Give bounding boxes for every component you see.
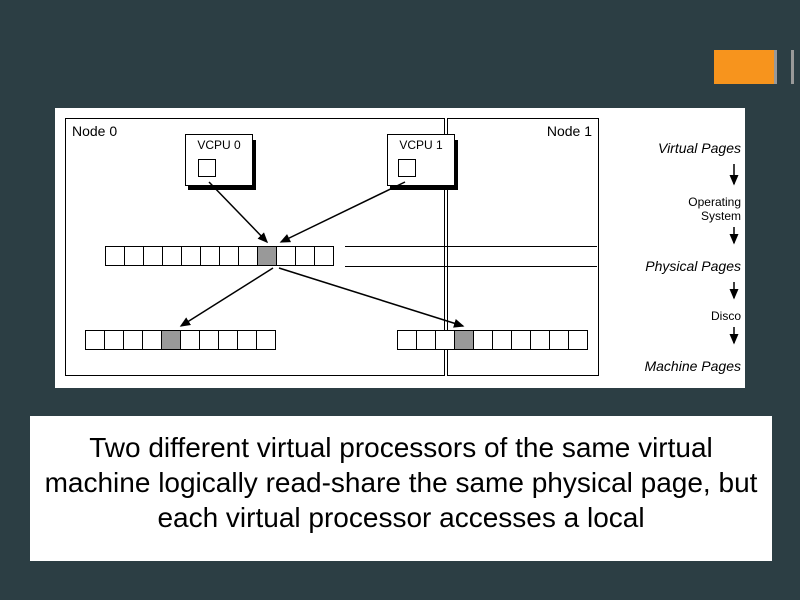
memory-cell	[511, 330, 531, 350]
corner-decoration	[714, 50, 800, 84]
arrow-physical-to-machine1	[275, 264, 475, 334]
vcpu-0-label: VCPU 0	[186, 138, 252, 152]
memory-cell	[549, 330, 569, 350]
vcpu-1-page-cell	[398, 159, 416, 177]
memory-cell	[568, 330, 588, 350]
legend-arrow-3	[611, 280, 741, 307]
arrow-vcpu0-to-physical	[205, 178, 275, 250]
legend-arrow-1	[611, 162, 741, 193]
side-legend: Virtual Pages Operating System Physical …	[611, 118, 741, 376]
vcpu-0-page-cell	[198, 159, 216, 177]
arrow-physical-to-machine0	[173, 264, 283, 334]
legend-arrow-4	[611, 325, 741, 352]
memory-cell	[181, 246, 201, 266]
memory-cell	[473, 330, 493, 350]
legend-disco: Disco	[611, 309, 741, 323]
memory-cell	[530, 330, 550, 350]
legend-physical-pages: Physical Pages	[611, 258, 741, 274]
memory-cell	[162, 246, 182, 266]
memory-cell	[124, 246, 144, 266]
arrow-vcpu1-to-physical	[273, 178, 413, 250]
figure-panel: Node 0 Node 1 VCPU 0 VCPU 1	[55, 108, 745, 388]
caption-text: Two different virtual processors of the …	[30, 416, 772, 561]
memory-cell	[492, 330, 512, 350]
memory-cell	[143, 246, 163, 266]
legend-machine-pages: Machine Pages	[611, 358, 741, 374]
vcpu-1-label: VCPU 1	[388, 138, 454, 152]
memory-cell	[142, 330, 162, 350]
node-1-label: Node 1	[547, 123, 592, 139]
memory-cell	[85, 330, 105, 350]
memory-cell	[123, 330, 143, 350]
node-0-label: Node 0	[72, 123, 117, 139]
legend-os: Operating System	[611, 195, 741, 223]
legend-arrow-2	[611, 225, 741, 252]
memory-cell	[105, 246, 125, 266]
memory-cell	[104, 330, 124, 350]
legend-virtual-pages: Virtual Pages	[611, 140, 741, 156]
